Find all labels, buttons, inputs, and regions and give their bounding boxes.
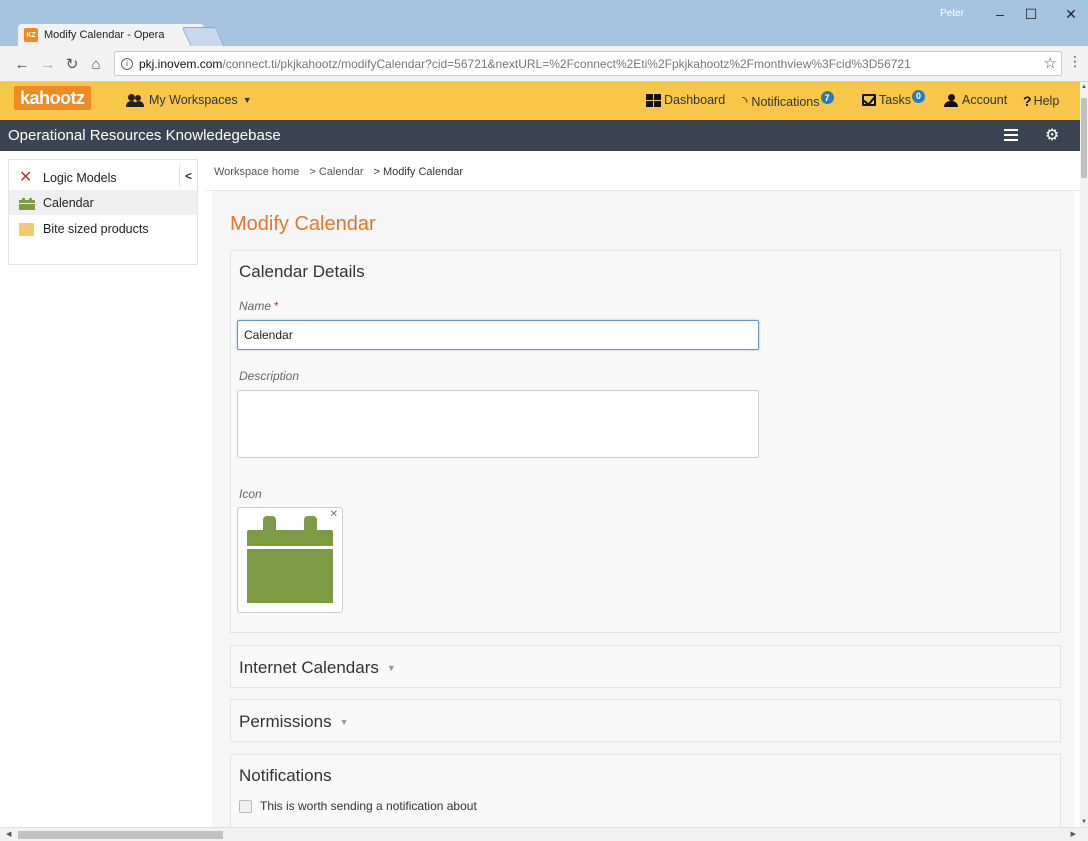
horizontal-scroll-thumb[interactable]	[18, 831, 223, 839]
tab-title: Modify Calendar - Opera	[44, 29, 165, 41]
reload-icon[interactable]: ↻	[62, 54, 82, 74]
permissions-title: Permissions	[239, 712, 332, 731]
info-icon[interactable]: i	[121, 57, 133, 70]
kahootz-logo[interactable]: kahootz	[14, 86, 91, 110]
vertical-scroll-thumb[interactable]	[1081, 98, 1087, 178]
calendar-details-title: Calendar Details	[239, 262, 365, 281]
sidebar-item-logic-models[interactable]: ✕ Logic Models	[9, 165, 197, 190]
browser-tabstrip: KZ Modify Calendar - Opera ✕ Peter – ☐ ✕	[0, 0, 1088, 46]
icon-label: Icon	[239, 487, 262, 501]
home-icon[interactable]: ⌂	[86, 54, 106, 74]
rss-icon: ◝	[742, 93, 748, 109]
triangle-down-icon: ▼	[339, 717, 349, 727]
scroll-up-icon[interactable]: ▲	[1081, 84, 1087, 90]
minimize-icon[interactable]: –	[985, 4, 1015, 24]
description-textarea[interactable]	[237, 390, 759, 458]
notifications-link[interactable]: ◝ Notifications 7	[742, 91, 834, 110]
workspace-bar: Operational Resources Knowledegebase ⚙	[0, 120, 1080, 151]
kahootz-favicon-icon: KZ	[24, 28, 38, 42]
tasks-count-badge: 0	[911, 89, 925, 103]
tasks-link[interactable]: Tasks 0	[862, 89, 925, 107]
required-marker: *	[274, 299, 279, 313]
sidebar-item-label: Logic Models	[43, 170, 117, 185]
account-user-icon	[944, 93, 958, 107]
help-label: Help	[1033, 94, 1060, 108]
scroll-down-icon[interactable]: ▼	[1081, 819, 1087, 825]
my-workspaces-menu[interactable]: My Workspaces ▼	[126, 93, 252, 107]
browser-tab[interactable]: KZ Modify Calendar - Opera ✕	[18, 24, 204, 46]
notifications-count-badge: 7	[820, 91, 834, 104]
breadcrumb-calendar[interactable]: > Calendar	[309, 166, 363, 190]
sidebar-item-label: Bite sized products	[43, 221, 149, 236]
breadcrumb-modify-calendar: > Modify Calendar	[373, 166, 464, 178]
url-host: pkj.inovem.com	[139, 56, 223, 71]
permissions-toggle[interactable]: Permissions ▼	[239, 712, 349, 732]
cross-icon: ✕	[19, 168, 33, 186]
dashboard-link[interactable]: Dashboard	[646, 93, 725, 107]
dashboard-icon	[646, 93, 661, 107]
page-title: Modify Calendar	[230, 213, 376, 235]
notifications-title: Notifications	[239, 766, 332, 785]
sidebar: ✕ Logic Models Calendar Bite sized produ…	[8, 159, 198, 265]
icon-picker[interactable]: ✕	[237, 507, 343, 613]
browser-menu-icon[interactable]: ⋮	[1068, 53, 1082, 70]
app-header: kahootz My Workspaces ▼ Dashboard ◝ Noti…	[0, 82, 1080, 120]
bookmark-star-icon[interactable]: ☆	[1044, 54, 1057, 72]
notification-checkbox-label: This is worth sending a notification abo…	[260, 799, 477, 813]
url-field[interactable]: i pkj.inovem.com /connect.ti/pkjkahootz/…	[114, 51, 1062, 76]
calendar-details-section: Calendar Details Name* Description Icon …	[230, 250, 1061, 633]
scroll-left-icon[interactable]: ◀	[6, 830, 11, 838]
tasks-label: Tasks	[879, 93, 911, 107]
help-link[interactable]: ? Help	[1023, 93, 1059, 109]
collapse-sidebar-button[interactable]: <	[179, 165, 197, 187]
name-label: Name *	[239, 299, 279, 313]
caret-down-icon: ▼	[242, 95, 252, 105]
folder-icon	[19, 222, 35, 236]
my-workspaces-label: My Workspaces	[149, 93, 238, 107]
scroll-right-icon[interactable]: ▶	[1071, 830, 1076, 838]
calendar-icon	[247, 516, 333, 604]
window-close-icon[interactable]: ✕	[1056, 4, 1086, 24]
back-arrow-icon[interactable]: ←	[12, 54, 32, 74]
hamburger-menu-icon[interactable]	[1004, 129, 1018, 141]
gears-settings-icon[interactable]: ⚙	[1045, 125, 1059, 145]
window-user-name: Peter	[940, 8, 964, 19]
maximize-icon[interactable]: ☐	[1016, 4, 1046, 24]
internet-calendars-title: Internet Calendars	[239, 658, 379, 677]
notifications-label: Notifications	[751, 94, 820, 109]
forward-arrow-icon[interactable]: →	[38, 54, 58, 74]
triangle-down-icon: ▼	[386, 663, 396, 673]
internet-calendars-toggle[interactable]: Internet Calendars ▼	[239, 658, 396, 678]
sidebar-item-bite-sized-products[interactable]: Bite sized products	[9, 216, 197, 241]
notifications-section: Notifications This is worth sending a no…	[230, 754, 1061, 827]
tasks-check-icon	[862, 94, 876, 106]
dashboard-label: Dashboard	[664, 93, 726, 107]
users-icon	[126, 93, 144, 107]
help-question-icon: ?	[1023, 93, 1032, 109]
account-label: Account	[962, 93, 1008, 107]
url-path: /connect.ti/pkjkahootz/modifyCalendar?ci…	[222, 56, 911, 71]
address-bar-row: ← → ↻ ⌂ i pkj.inovem.com /connect.ti/pkj…	[0, 46, 1088, 82]
notification-checkbox[interactable]	[239, 799, 252, 813]
main-panel: Modify Calendar Calendar Details Name* D…	[212, 191, 1074, 827]
internet-calendars-section: Internet Calendars ▼	[230, 645, 1061, 688]
sidebar-item-label: Calendar	[43, 195, 94, 210]
calendar-icon	[19, 196, 35, 210]
account-link[interactable]: Account	[944, 93, 1007, 107]
sidebar-item-calendar[interactable]: Calendar	[9, 190, 197, 215]
breadcrumb-workspace-home[interactable]: Workspace home	[214, 166, 299, 190]
vertical-scrollbar[interactable]: ▲ ▼	[1080, 82, 1088, 827]
name-input[interactable]	[237, 320, 759, 350]
notification-checkbox-row[interactable]: This is worth sending a notification abo…	[239, 799, 477, 813]
workspace-title[interactable]: Operational Resources Knowledegebase	[8, 127, 281, 144]
description-label: Description	[239, 369, 300, 383]
breadcrumb: Workspace home > Calendar > Modify Calen…	[206, 159, 1080, 191]
horizontal-scrollbar[interactable]: ◀ ▶	[0, 827, 1088, 841]
permissions-section: Permissions ▼	[230, 699, 1061, 742]
